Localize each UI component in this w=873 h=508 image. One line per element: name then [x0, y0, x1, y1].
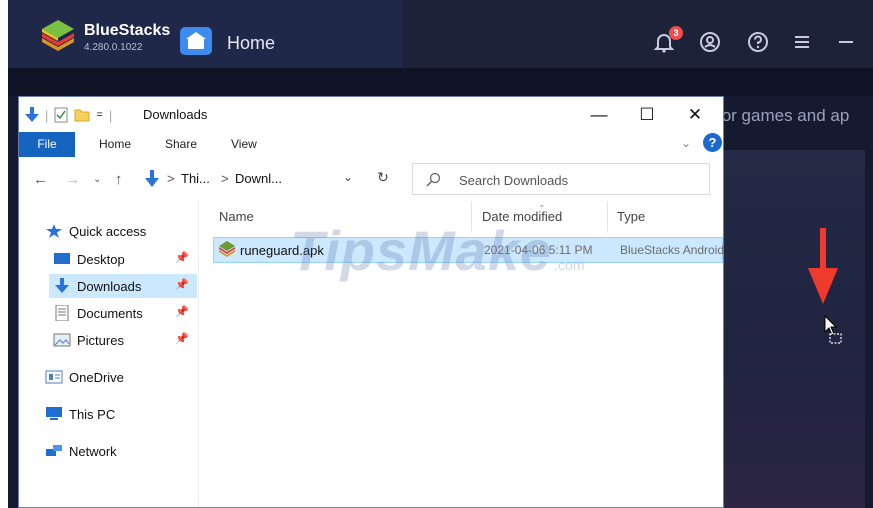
recent-locations-icon[interactable]: ⌄ [93, 174, 101, 185]
network-icon [46, 445, 62, 456]
file-list: Name ⌄ Date modified Type runeguard.apk … [201, 199, 724, 507]
documents-icon [55, 305, 69, 321]
nav-onedrive[interactable]: OneDrive [45, 365, 195, 389]
minimize-icon[interactable] [834, 30, 858, 54]
file-date: 2021-04-06 5:11 PM [484, 243, 593, 257]
breadcrumb-separator[interactable]: > [221, 171, 229, 186]
maximize-button[interactable]: ☐ [624, 101, 670, 129]
star-icon [46, 224, 62, 238]
nav-item-documents[interactable]: Documents 📌 [53, 301, 197, 325]
breadcrumb-downloads[interactable]: Downl... [235, 171, 282, 186]
pin-icon[interactable]: 📌 [175, 332, 189, 345]
nav-item-label: Pictures [77, 332, 124, 348]
nav-quick-access[interactable]: Quick access [45, 219, 195, 243]
notification-badge: 3 [669, 26, 683, 40]
address-dropdown-icon[interactable]: ⌄ [343, 170, 353, 184]
bluestacks-apk-icon [219, 241, 235, 257]
pin-icon[interactable]: 📌 [175, 251, 189, 264]
menu-icon[interactable] [790, 30, 814, 54]
account-icon[interactable] [698, 30, 722, 54]
file-explorer-window: | = | Downloads — ☐ ✕ File Home Share Vi… [18, 96, 724, 508]
help-button[interactable]: ? [703, 133, 722, 152]
nav-network[interactable]: Network [45, 439, 195, 463]
desktop-icon [54, 253, 70, 264]
column-divider[interactable] [607, 201, 608, 233]
column-name[interactable]: Name [219, 209, 254, 224]
properties-checkbox-icon[interactable] [54, 107, 68, 123]
bluestacks-search-hint[interactable]: for games and ap [717, 104, 865, 136]
home-tab-label[interactable]: Home [227, 33, 275, 54]
ribbon-tabs: File Home Share View ⌄ ? [19, 131, 723, 157]
nav-network-label: Network [69, 443, 117, 459]
downloads-icon [55, 278, 69, 293]
breadcrumb-separator[interactable]: > [167, 171, 175, 186]
bluestacks-logo-icon [42, 20, 74, 51]
breadcrumb-this-pc[interactable]: Thi... [181, 171, 210, 186]
nav-this-pc[interactable]: This PC [45, 402, 195, 426]
search-input[interactable] [459, 171, 699, 189]
column-date-modified[interactable]: Date modified [482, 209, 562, 224]
bluestacks-toolbar-strip [8, 68, 873, 96]
qat-dropdown-icon[interactable]: = [96, 109, 102, 121]
folder-icon[interactable] [74, 107, 90, 123]
file-row[interactable]: runeguard.apk 2021-04-06 5:11 PM BlueSta… [213, 237, 724, 263]
refresh-icon[interactable]: ↻ [373, 169, 393, 189]
pin-icon[interactable]: 📌 [175, 278, 189, 291]
pictures-icon [53, 333, 71, 347]
onedrive-icon [45, 370, 63, 384]
expand-ribbon-icon[interactable]: ⌄ [681, 136, 691, 150]
tab-file[interactable]: File [19, 132, 75, 157]
up-arrow-icon[interactable]: ↑ [115, 171, 123, 188]
bluestacks-version: 4.280.0.1022 [84, 42, 143, 53]
nav-item-downloads[interactable]: Downloads 📌 [49, 274, 197, 298]
downloads-location-icon [145, 170, 159, 187]
nav-item-label: Desktop [77, 251, 125, 267]
red-arrow-icon [808, 228, 838, 304]
column-divider[interactable] [471, 201, 472, 233]
download-arrow-icon[interactable] [25, 107, 39, 123]
file-type: BlueStacks Android [620, 243, 724, 257]
bluestacks-titlebar: BlueStacks 4.280.0.1022 Home 3 [8, 0, 873, 68]
nav-item-pictures[interactable]: Pictures 📌 [53, 328, 197, 352]
search-icon [426, 172, 441, 187]
tab-home[interactable]: Home [99, 137, 131, 151]
home-icon[interactable] [180, 27, 212, 55]
back-arrow-icon[interactable]: ← [33, 171, 48, 188]
nav-this-pc-label: This PC [69, 406, 116, 422]
window-title: Downloads [143, 107, 208, 122]
minimize-button[interactable]: — [576, 101, 622, 129]
tab-view[interactable]: View [231, 137, 257, 151]
nav-item-label: Documents [77, 305, 143, 321]
pin-icon[interactable]: 📌 [175, 305, 189, 318]
address-row: ← → ⌄ ↑ > Thi... > Downl... ⌄ ↻ [19, 157, 723, 201]
copy-cursor-icon [824, 315, 842, 344]
explorer-titlebar: | = | Downloads — ☐ ✕ [19, 97, 723, 131]
computer-icon [46, 407, 62, 420]
bluestacks-app-name: BlueStacks [84, 22, 171, 39]
column-type[interactable]: Type [617, 209, 645, 224]
nav-onedrive-label: OneDrive [69, 369, 124, 385]
search-box[interactable] [412, 163, 710, 195]
nav-item-label: Downloads [77, 278, 142, 294]
close-button[interactable]: ✕ [672, 101, 718, 129]
nav-item-desktop[interactable]: Desktop 📌 [53, 247, 197, 271]
file-name[interactable]: runeguard.apk [240, 243, 324, 258]
tab-share[interactable]: Share [165, 137, 197, 151]
nav-quick-access-label: Quick access [69, 223, 147, 239]
help-icon[interactable] [746, 30, 770, 54]
navigation-pane: Quick access Desktop 📌 Downloads 📌 Docum… [19, 201, 199, 507]
forward-arrow-icon[interactable]: → [65, 171, 80, 188]
quick-access-toolbar: | = | [25, 105, 112, 125]
address-bar[interactable]: > Thi... > Downl... ⌄ ↻ [139, 163, 389, 195]
